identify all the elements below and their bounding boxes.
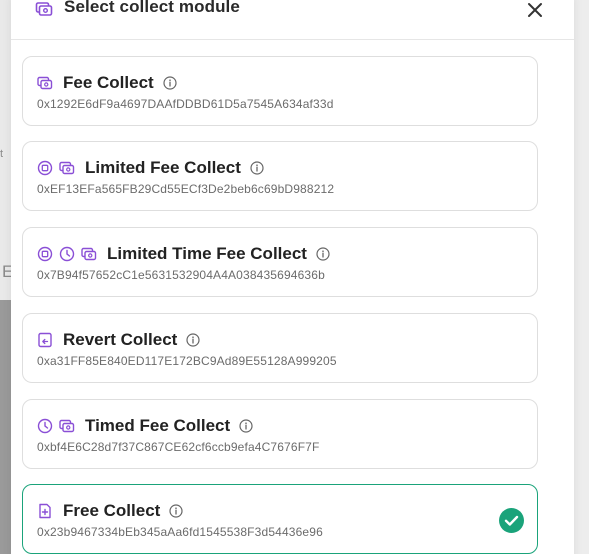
module-title-row: Limited Time Fee Collect xyxy=(37,242,330,266)
limit-icon xyxy=(37,246,53,262)
info-icon[interactable] xyxy=(239,419,253,433)
module-title-row: Timed Fee Collect xyxy=(37,414,253,438)
module-name: Revert Collect xyxy=(63,330,178,349)
selected-check-icon xyxy=(499,508,524,533)
info-icon[interactable] xyxy=(163,76,177,90)
info-icon[interactable] xyxy=(169,504,183,518)
collect-module-icon xyxy=(35,2,53,16)
money-icon xyxy=(59,419,75,433)
info-icon[interactable] xyxy=(186,333,200,347)
module-address: 0x1292E6dF9a4697DAAfDDBD61D5a7545A634af3… xyxy=(37,97,334,111)
clock-icon xyxy=(59,246,75,262)
collect-module-option[interactable]: Limited Fee Collect 0xEF13EFa565FB29Cd55… xyxy=(22,141,538,211)
module-name: Timed Fee Collect xyxy=(85,416,231,435)
modal-header: Select collect module xyxy=(11,0,574,40)
info-icon[interactable] xyxy=(316,247,330,261)
page-backdrop-right-strip xyxy=(574,0,589,554)
collect-module-option[interactable]: Free Collect 0x23b9467334bEb345aAa6fd154… xyxy=(22,484,538,554)
free-document-icon xyxy=(39,503,51,519)
module-address: 0x23b9467334bEb345aAa6fd1545538F3d54436e… xyxy=(37,525,323,539)
modal-title: Select collect module xyxy=(64,0,240,16)
module-address: 0xbf4E6C28d7f37C867CE62cf6ccb9efa4C7676F… xyxy=(37,440,320,454)
money-icon xyxy=(81,247,97,261)
module-address: 0x7B94f57652cC1e5631532904A4A03843569463… xyxy=(37,268,325,282)
collect-module-option[interactable]: Timed Fee Collect 0xbf4E6C28d7f37C867CE6… xyxy=(22,399,538,469)
clock-icon xyxy=(37,418,53,434)
info-icon[interactable] xyxy=(250,161,264,175)
module-name: Free Collect xyxy=(63,501,161,520)
module-title-row: Free Collect xyxy=(37,499,183,523)
close-icon[interactable] xyxy=(523,0,547,22)
money-icon xyxy=(37,76,53,90)
module-title-row: Fee Collect xyxy=(37,71,177,95)
module-title-row: Limited Fee Collect xyxy=(37,156,264,180)
module-title-row: Revert Collect xyxy=(37,328,200,352)
collect-module-option[interactable]: Fee Collect 0x1292E6dF9a4697DAAfDDBD61D5… xyxy=(22,56,538,126)
background-text-fragment: t xyxy=(0,148,4,160)
module-name: Fee Collect xyxy=(63,73,154,92)
collect-module-option[interactable]: Limited Time Fee Collect 0x7B94f57652cC1… xyxy=(22,227,538,297)
module-address: 0xEF13EFa565FB29Cd55ECf3De2beb6c69bD9882… xyxy=(37,182,335,196)
collect-module-option[interactable]: Revert Collect 0xa31FF85E840ED117E172BC9… xyxy=(22,313,538,383)
money-icon xyxy=(59,161,75,175)
module-name: Limited Fee Collect xyxy=(85,158,241,177)
limit-icon xyxy=(37,160,53,176)
module-name: Limited Time Fee Collect xyxy=(107,244,307,263)
revert-icon xyxy=(38,332,52,348)
module-address: 0xa31FF85E840ED117E172BC9Ad89E55128A9992… xyxy=(37,354,337,368)
